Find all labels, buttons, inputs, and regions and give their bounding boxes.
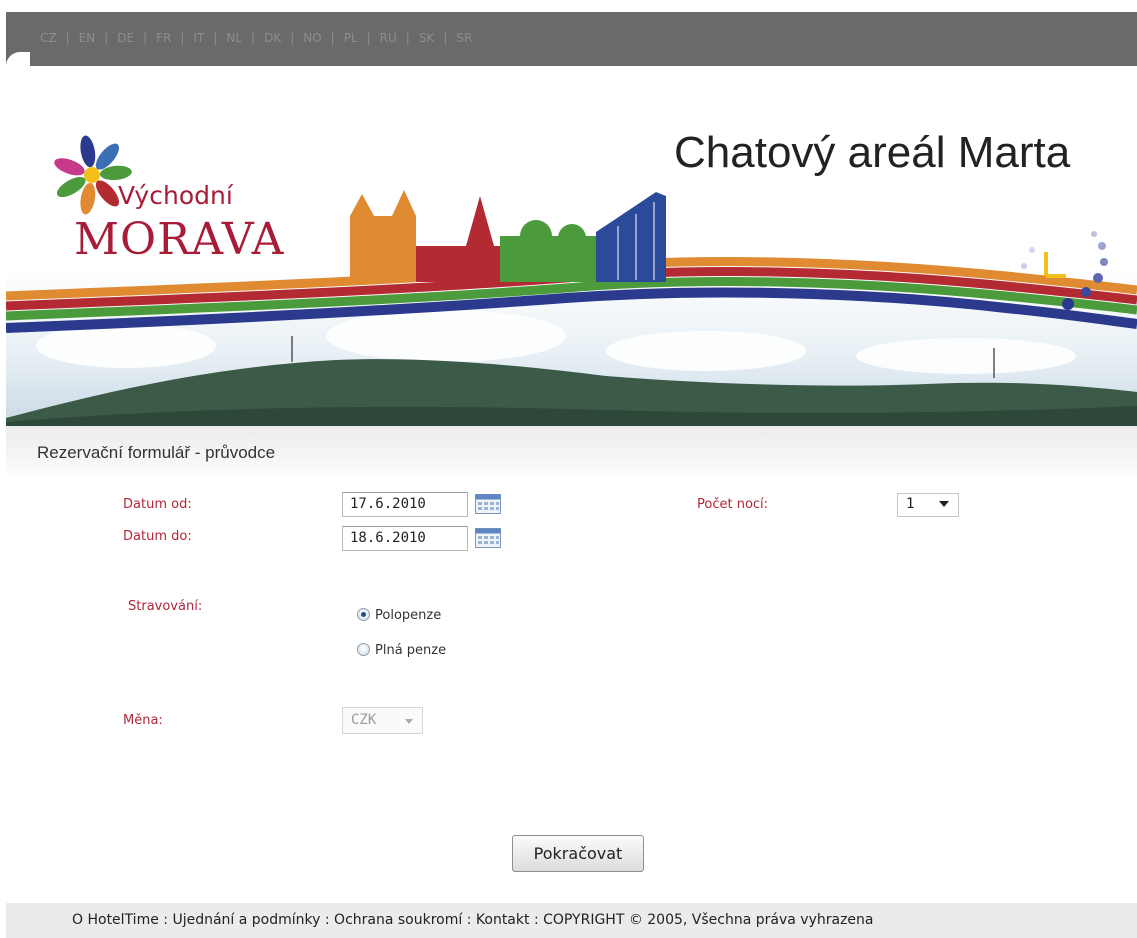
footer: O HotelTime : Ujednání a podmínky : Ochr… bbox=[6, 903, 1137, 938]
lang-link-sr[interactable]: SR bbox=[456, 31, 472, 45]
lang-link-pl[interactable]: PL bbox=[344, 31, 358, 45]
lang-link-no[interactable]: NO bbox=[303, 31, 321, 45]
section-title: Rezervační formulář - průvodce bbox=[37, 443, 276, 462]
calendar-icon[interactable] bbox=[475, 528, 501, 548]
language-bar: CZ | EN | DE | FR | IT | NL | DK | NO | PL | RU | SK | SR bbox=[6, 12, 1137, 66]
date-to-input[interactable]: 18.6.2010 bbox=[342, 526, 468, 551]
page: CZ | EN | DE | FR | IT | NL | DK | NO | PL | RU | SK | SR bbox=[0, 0, 1137, 938]
nights-label: Počet nocí: bbox=[697, 497, 769, 512]
lang-link-ru[interactable]: RU bbox=[380, 31, 397, 45]
bar-corner bbox=[6, 52, 30, 66]
skyline bbox=[350, 190, 666, 282]
nights-select[interactable]: 1 bbox=[897, 493, 959, 517]
lang-link-it[interactable]: IT bbox=[193, 31, 204, 45]
board-label: Stravování: bbox=[128, 599, 203, 614]
radio-button[interactable] bbox=[357, 643, 370, 656]
site-title: Chatový areál Marta bbox=[674, 128, 1071, 177]
footer-text: O HotelTime : Ujednání a podmínky : Ochr… bbox=[72, 912, 874, 928]
date-from-label: Datum od: bbox=[123, 497, 192, 512]
section-header: Rezervační formulář - průvodce bbox=[6, 426, 1137, 478]
chevron-down-icon bbox=[405, 719, 413, 724]
board-option-label: Plná penze bbox=[375, 643, 447, 658]
chevron-down-icon bbox=[939, 501, 949, 507]
date-to-label: Datum do: bbox=[123, 529, 192, 544]
logo-text-line2: MORAVA bbox=[74, 214, 285, 265]
footer-link-about[interactable]: O HotelTime bbox=[72, 912, 159, 928]
lang-link-de[interactable]: DE bbox=[117, 31, 134, 45]
footer-link-contact[interactable]: Kontakt bbox=[476, 912, 530, 928]
lang-link-fr[interactable]: FR bbox=[156, 31, 171, 45]
language-list: CZ | EN | DE | FR | IT | NL | DK | NO | PL | RU | SK | SR bbox=[40, 31, 473, 45]
radio-button-selected[interactable] bbox=[357, 608, 370, 621]
board-option-half[interactable]: Polopenze bbox=[357, 608, 441, 623]
copyright-text: COPYRIGHT © 2005, Všechna práva vyhrazen… bbox=[543, 912, 874, 928]
board-option-label: Polopenze bbox=[375, 608, 442, 623]
board-option-full[interactable]: Plná penze bbox=[357, 643, 446, 658]
lang-link-dk[interactable]: DK bbox=[264, 31, 281, 45]
lang-link-nl[interactable]: NL bbox=[226, 31, 242, 45]
continue-button[interactable]: Pokračovat bbox=[512, 835, 644, 872]
currency-label: Měna: bbox=[123, 713, 163, 728]
lang-link-en[interactable]: EN bbox=[79, 31, 96, 45]
logo-text-line1: Východní bbox=[118, 181, 233, 210]
date-from-input[interactable]: 17.6.2010 bbox=[342, 492, 468, 517]
footer-link-privacy[interactable]: Ochrana soukromí bbox=[334, 912, 462, 928]
lang-link-cz[interactable]: CZ bbox=[40, 31, 57, 45]
header-banner: Východní MORAVA Chatový areál Marta bbox=[6, 66, 1137, 426]
footer-link-terms[interactable]: Ujednání a podmínky bbox=[172, 912, 320, 928]
lang-link-sk[interactable]: SK bbox=[419, 31, 435, 45]
currency-select[interactable]: CZK bbox=[342, 707, 423, 734]
currency-select-value: CZK bbox=[351, 712, 377, 728]
nights-select-value: 1 bbox=[906, 496, 915, 512]
calendar-icon[interactable] bbox=[475, 494, 501, 514]
